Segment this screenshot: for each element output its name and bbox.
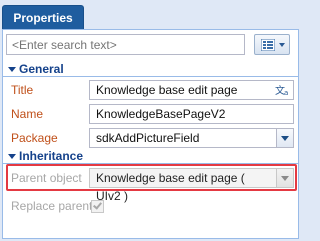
- chevron-down-icon: [279, 43, 285, 47]
- collapse-triangle-icon: [8, 154, 16, 159]
- package-dropdown-button[interactable]: [277, 128, 294, 148]
- parent-object-dropdown-button[interactable]: [277, 168, 294, 188]
- svg-text:a: a: [284, 89, 288, 96]
- parent-object-label: Parent object: [11, 171, 82, 185]
- group-general-header[interactable]: General: [3, 63, 298, 77]
- properties-panel: General Title Knowledge base edit page 文…: [2, 29, 299, 239]
- view-menu-button[interactable]: [254, 34, 290, 55]
- replace-parent-checkbox[interactable]: [91, 200, 104, 213]
- checkmark-icon: [93, 200, 102, 210]
- tab-properties[interactable]: Properties: [2, 5, 84, 30]
- list-view-icon: [261, 39, 275, 51]
- group-inheritance-title: Inheritance: [19, 149, 84, 163]
- package-label: Package: [11, 131, 58, 145]
- group-general-title: General: [19, 62, 64, 76]
- chevron-down-icon: [281, 136, 289, 141]
- name-field[interactable]: KnowledgeBasePageV2: [89, 104, 294, 124]
- package-field[interactable]: sdkAddPictureField: [89, 128, 277, 148]
- parent-object-field[interactable]: Knowledge base edit page ( UIv2 ): [89, 168, 277, 203]
- chevron-down-icon: [281, 176, 289, 181]
- localization-icon[interactable]: 文 a: [275, 84, 291, 96]
- title-field[interactable]: Knowledge base edit page: [89, 80, 294, 100]
- search-toolbar: [3, 30, 298, 60]
- tab-bar: Properties: [0, 0, 301, 30]
- replace-parent-label: Replace parent: [11, 199, 93, 213]
- group-inheritance-header[interactable]: Inheritance: [3, 150, 298, 164]
- search-input[interactable]: [6, 34, 245, 55]
- name-label: Name: [11, 107, 44, 121]
- collapse-triangle-icon: [8, 67, 16, 72]
- title-label: Title: [11, 83, 34, 97]
